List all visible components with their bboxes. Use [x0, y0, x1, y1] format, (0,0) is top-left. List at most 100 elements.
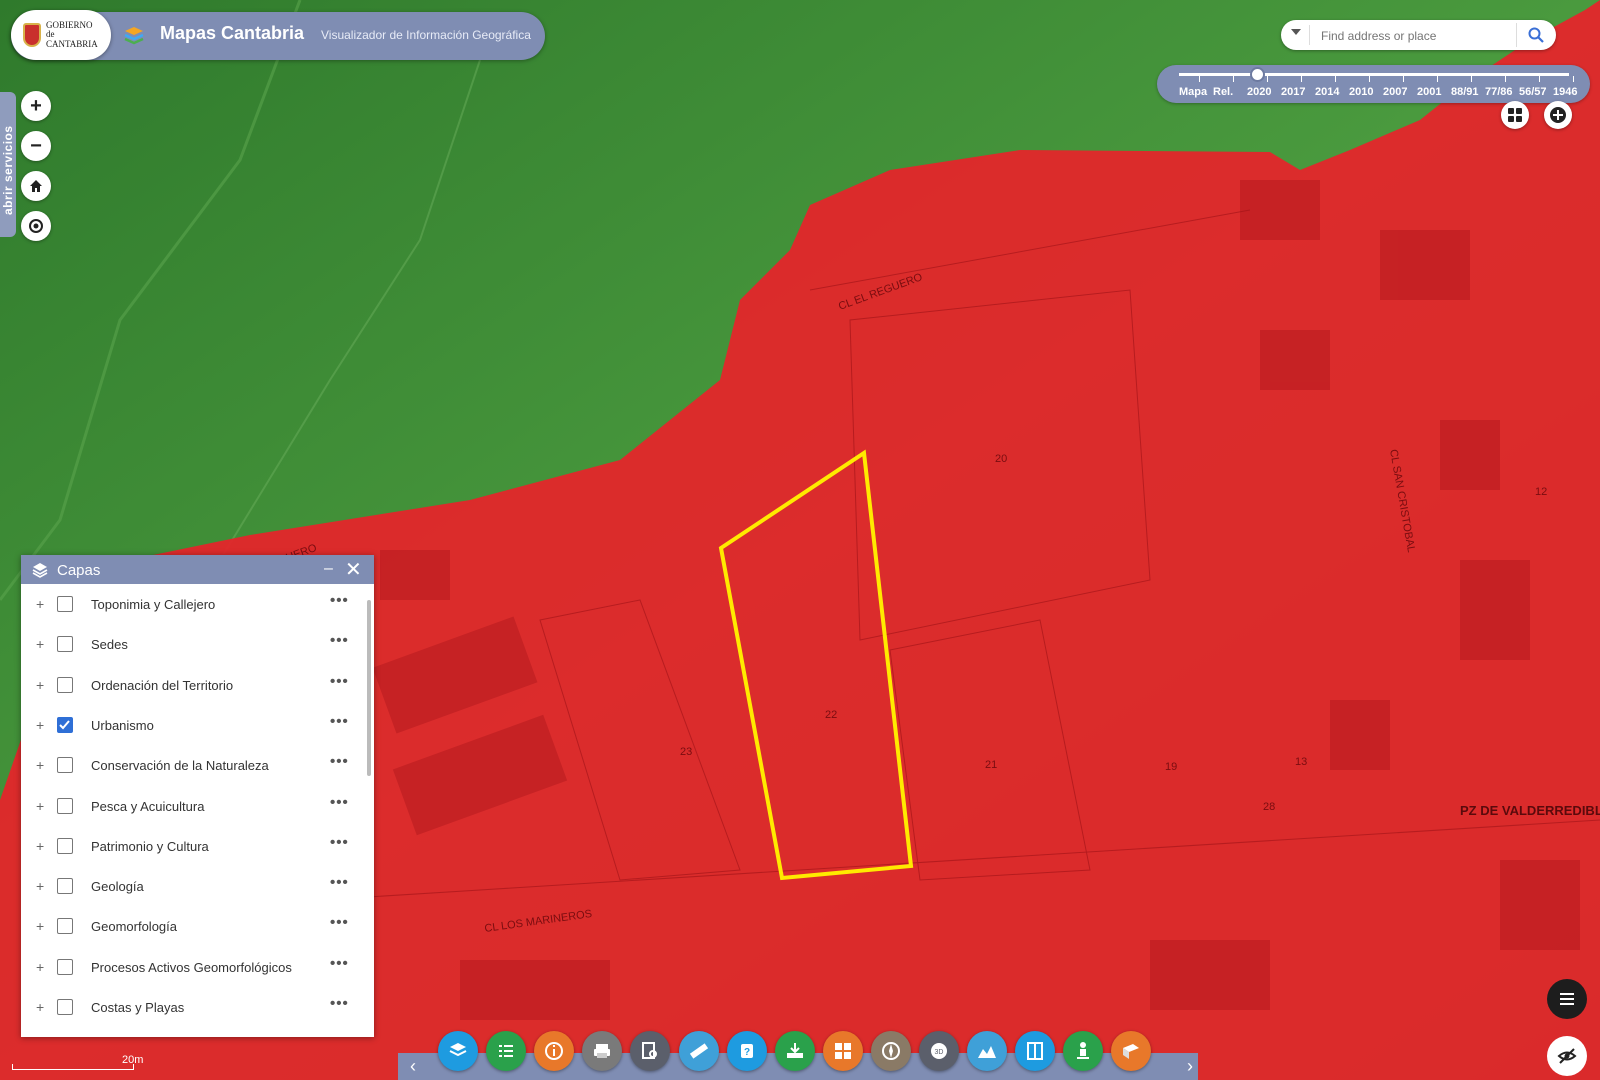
widgets-tool-button[interactable] [822, 1031, 863, 1071]
layer-options-button[interactable]: ••• [330, 753, 349, 770]
layer-options-button[interactable]: ••• [330, 914, 349, 931]
layer-label: Geomorfología [91, 919, 177, 935]
locate-icon [29, 219, 43, 233]
elevation-tool-button[interactable] [967, 1031, 1008, 1071]
home-button[interactable] [21, 171, 51, 201]
locate-button[interactable] [21, 211, 51, 241]
timeline-label[interactable]: 2014 [1315, 86, 1339, 98]
table-of-contents-tool-button[interactable] [486, 1031, 527, 1071]
layer-options-button[interactable]: ••• [330, 592, 349, 609]
search-input[interactable] [1319, 25, 1513, 47]
layer-checkbox[interactable] [57, 999, 73, 1015]
layer-row[interactable]: + Geología ••• [21, 868, 361, 908]
search-source-dropdown[interactable] [1291, 29, 1301, 35]
expand-layer-button[interactable]: + [36, 636, 44, 652]
layer-row[interactable]: + Pesca y Acuicultura ••• [21, 788, 361, 828]
layer-checkbox[interactable] [57, 676, 73, 693]
timeline-track[interactable] [1179, 73, 1569, 76]
layer-row[interactable]: + Costas y Playas ••• [21, 989, 361, 1029]
government-logo[interactable]: GOBIERNO de CANTABRIA [11, 10, 111, 60]
elevation-icon [978, 1046, 997, 1058]
search-icon[interactable] [1527, 26, 1545, 44]
map-street-label: PZ DE VALDERREDIBLE [1460, 803, 1600, 818]
timeline-slider-handle[interactable] [1250, 67, 1265, 82]
timeline-label[interactable]: 2007 [1383, 86, 1407, 98]
layer-row[interactable]: + Procesos Activos Geomorfológicos ••• [21, 949, 361, 989]
close-panel-button[interactable]: ✕ [345, 557, 362, 582]
layer-options-button[interactable]: ••• [330, 713, 349, 730]
expand-layer-button[interactable]: + [36, 959, 44, 975]
timeline-label[interactable]: 1946 [1553, 86, 1577, 98]
layer-checkbox[interactable] [57, 636, 73, 653]
layer-row[interactable]: + Toponimia y Callejero ••• [21, 586, 361, 626]
minimize-panel-button[interactable]: – [324, 560, 333, 578]
expand-layer-button[interactable]: + [36, 918, 44, 934]
layer-checkbox[interactable] [57, 596, 73, 612]
expand-layer-button[interactable]: + [36, 717, 44, 733]
layer-row[interactable]: + Conservación de la Naturaleza ••• [21, 747, 361, 787]
measure-tool-button[interactable] [678, 1031, 719, 1071]
layers-scrollbar[interactable] [367, 600, 371, 776]
layer-label: Pesca y Acuicultura [91, 798, 205, 814]
timeline-label[interactable]: 56/57 [1519, 86, 1547, 98]
legend-button[interactable] [1547, 979, 1587, 1019]
layer-row[interactable]: + Geomorfología ••• [21, 908, 361, 948]
toolbar-next-button[interactable]: › [1178, 1055, 1202, 1079]
help-tool-button[interactable]: ? [726, 1031, 767, 1071]
measure-icon [689, 1043, 708, 1059]
layer-row[interactable]: + Patrimonio y Cultura ••• [21, 828, 361, 868]
three-d-icon: 3D [931, 1043, 947, 1059]
download-tool-button[interactable] [774, 1031, 815, 1071]
expand-layer-button[interactable]: + [36, 596, 44, 612]
timeline-label[interactable]: 2001 [1417, 86, 1441, 98]
expand-layer-button[interactable]: + [36, 757, 44, 773]
layer-checkbox[interactable] [57, 918, 73, 935]
timeline-label[interactable]: 2010 [1349, 86, 1373, 98]
expand-layer-button[interactable]: + [36, 878, 44, 894]
timeline-label[interactable]: Mapa [1179, 86, 1207, 98]
compass-tool-button[interactable] [870, 1031, 911, 1071]
layer-options-button[interactable]: ••• [330, 834, 349, 851]
layers-tool-button[interactable] [438, 1031, 478, 1071]
three-d-tool-button[interactable]: 3D [919, 1031, 959, 1071]
layer-options-button[interactable]: ••• [330, 632, 349, 649]
expand-layer-button[interactable]: + [36, 999, 44, 1015]
timeline-label[interactable]: 88/91 [1451, 86, 1479, 98]
layers-panel-header: Capas – ✕ [21, 555, 374, 584]
swipe-tool-button[interactable] [1015, 1031, 1056, 1071]
layer-options-button[interactable]: ••• [330, 995, 349, 1012]
layer-checkbox[interactable] [57, 878, 73, 895]
toolbar-prev-button[interactable]: ‹ [401, 1055, 425, 1079]
layer-checkbox[interactable] [57, 958, 73, 975]
layer-options-button[interactable]: ••• [330, 794, 349, 811]
zoom-out-button[interactable]: − [21, 131, 51, 161]
layer-checkbox[interactable] [57, 716, 73, 733]
list-icon [1560, 993, 1574, 1005]
street-view-icon [1077, 1042, 1090, 1059]
layer-row[interactable]: + Sedes ••• [21, 626, 361, 666]
layer-checkbox[interactable] [57, 837, 73, 854]
layer-checkbox[interactable] [57, 797, 73, 814]
layer-options-button[interactable]: ••• [330, 955, 349, 972]
timeline-label[interactable]: Rel. [1213, 86, 1233, 98]
layer-row[interactable]: + Urbanismo ••• [21, 707, 361, 747]
layer-options-button[interactable]: ••• [330, 673, 349, 690]
layer-checkbox[interactable] [57, 757, 73, 774]
layer-options-button[interactable]: ••• [330, 874, 349, 891]
help-icon: ? [740, 1044, 753, 1058]
zoom-in-button[interactable]: + [21, 91, 51, 121]
open-services-tab[interactable]: abrir servicios [0, 92, 16, 237]
expand-layer-button[interactable]: + [36, 798, 44, 814]
layer-row[interactable]: + Ordenación del Territorio ••• [21, 667, 361, 707]
grid-view-button[interactable] [1501, 101, 1529, 129]
info-tool-button[interactable] [534, 1031, 575, 1071]
add-layer-button[interactable] [1544, 101, 1572, 129]
timeline-tick [1267, 76, 1268, 82]
imagery-timeline[interactable]: Mapa Rel. 2020 2017 2014 2010 2007 2001 88/91 77/… [1157, 65, 1590, 103]
toggle-visibility-button[interactable] [1547, 1036, 1587, 1076]
timeline-label[interactable]: 77/86 [1485, 86, 1513, 98]
timeline-label[interactable]: 2017 [1281, 86, 1305, 98]
timeline-label[interactable]: 2020 [1247, 86, 1271, 98]
expand-layer-button[interactable]: + [36, 677, 44, 693]
expand-layer-button[interactable]: + [36, 838, 44, 854]
